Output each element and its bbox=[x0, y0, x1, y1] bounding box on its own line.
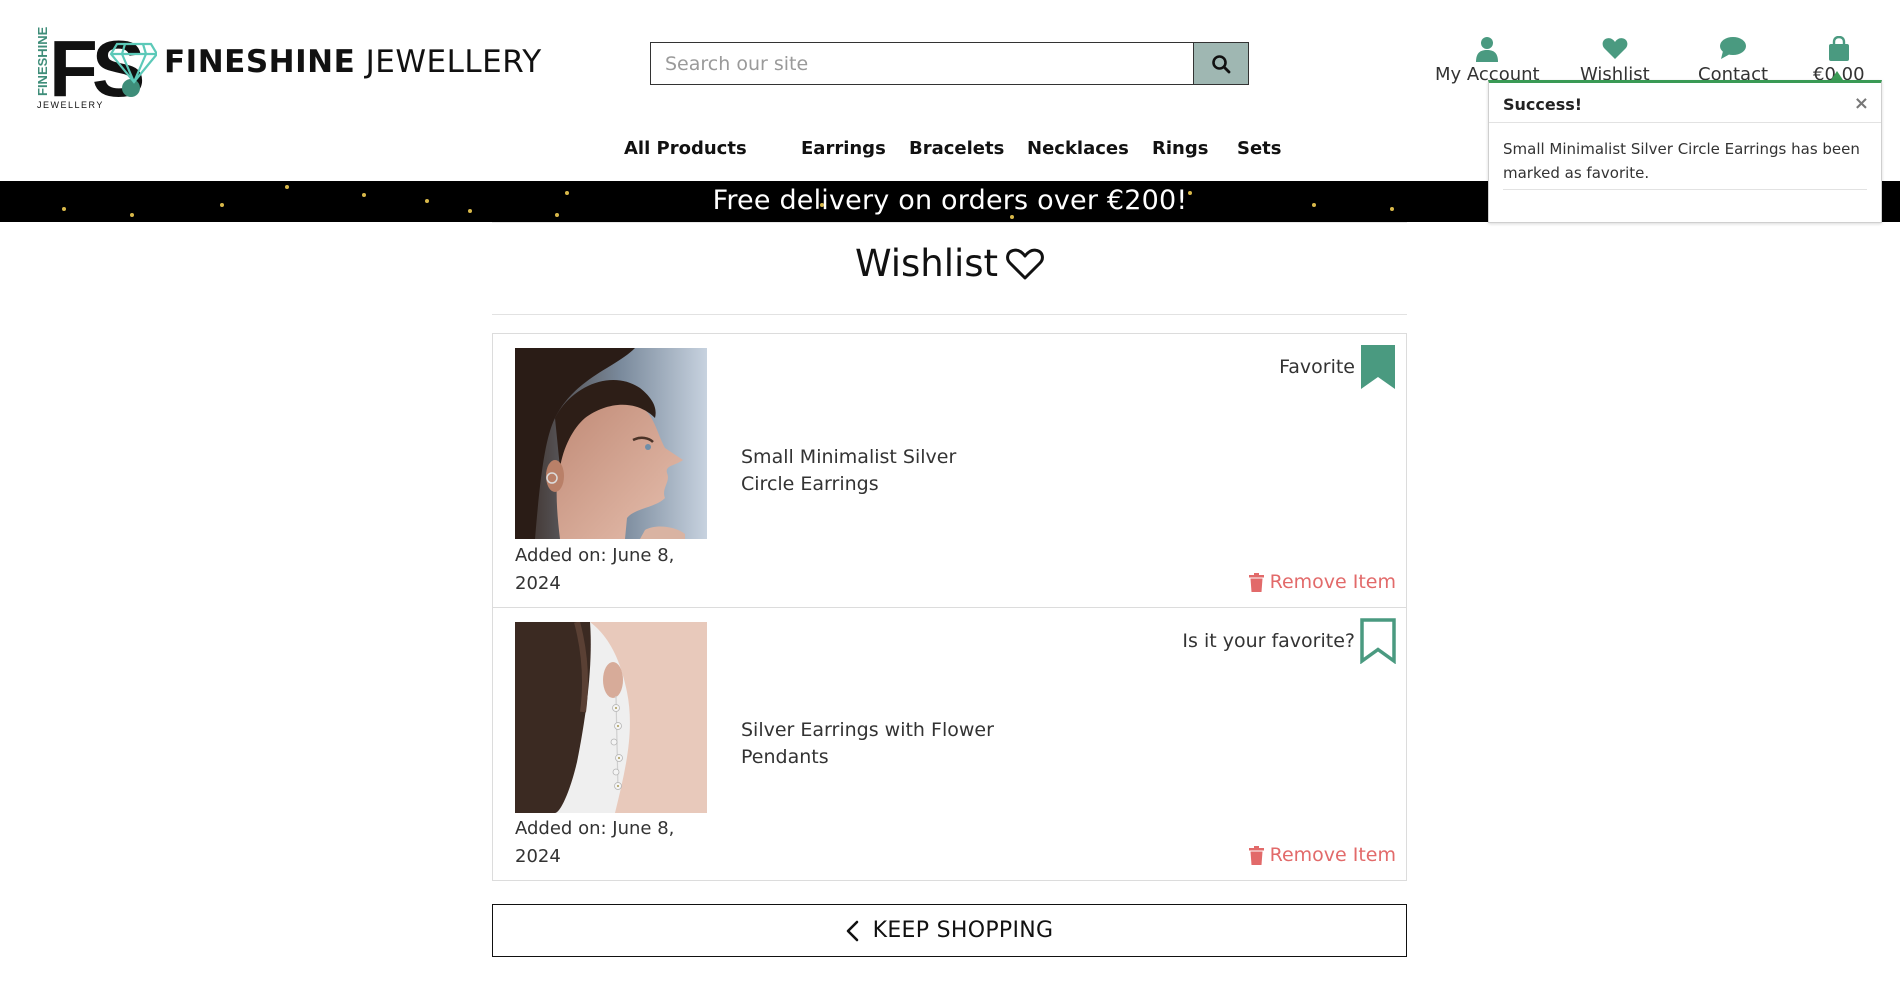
search-button[interactable] bbox=[1193, 43, 1248, 84]
product-name[interactable]: Silver Earrings with Flower Pendants bbox=[741, 717, 1011, 771]
trash-icon bbox=[1248, 572, 1264, 592]
header-actions: My Account Wishlist Contact €0.00 bbox=[1420, 36, 1890, 86]
chevron-left-icon bbox=[846, 920, 858, 941]
added-date: Added on: June 8, 2024 bbox=[515, 818, 675, 867]
page-title-text: Wishlist bbox=[854, 242, 999, 285]
content-top-divider bbox=[492, 222, 1407, 223]
nav-bracelets[interactable]: Bracelets bbox=[909, 138, 1004, 159]
toast-close-button[interactable]: × bbox=[1854, 93, 1869, 114]
keep-shopping-button[interactable]: KEEP SHOPPING bbox=[492, 904, 1407, 957]
toast-message: Small Minimalist Silver Circle Earrings … bbox=[1503, 140, 1860, 182]
trash-icon bbox=[1248, 845, 1264, 865]
chat-bubble-icon bbox=[1698, 36, 1768, 62]
nav-all-products[interactable]: All Products bbox=[624, 138, 747, 159]
nav-rings[interactable]: Rings bbox=[1152, 138, 1208, 159]
brand-name-rest: JEWELLERY bbox=[355, 44, 542, 80]
favorite-label: Favorite bbox=[1279, 356, 1355, 378]
bookmark-outline-icon bbox=[1360, 618, 1396, 664]
svg-text:FS: FS bbox=[49, 24, 143, 110]
favorite-toggle[interactable]: Is it your favorite? bbox=[1182, 618, 1396, 664]
heart-outline-icon bbox=[1006, 248, 1044, 280]
remove-item-button[interactable]: Remove Item bbox=[1248, 571, 1396, 593]
remove-item-button[interactable]: Remove Item bbox=[1248, 844, 1396, 866]
favorite-toggle[interactable]: Favorite bbox=[1279, 344, 1396, 390]
bookmark-filled-icon bbox=[1361, 345, 1395, 389]
brand-name[interactable]: FINESHINE JEWELLERY bbox=[164, 44, 542, 80]
remove-item-label: Remove Item bbox=[1269, 571, 1396, 593]
site-logo[interactable]: FINESHINE FS JEWELLERY bbox=[35, 18, 159, 113]
keep-shopping-label: KEEP SHOPPING bbox=[872, 918, 1054, 943]
product-name[interactable]: Small Minimalist Silver Circle Earrings bbox=[741, 444, 1011, 498]
svg-text:JEWELLERY: JEWELLERY bbox=[37, 100, 104, 110]
product-image[interactable] bbox=[515, 348, 707, 539]
wishlist-item: Small Minimalist Silver Circle Earrings … bbox=[493, 334, 1406, 607]
user-icon bbox=[1435, 36, 1540, 62]
search-icon bbox=[1212, 54, 1231, 73]
title-divider bbox=[492, 314, 1407, 315]
toast-title: Success! bbox=[1503, 95, 1583, 114]
favorite-label: Is it your favorite? bbox=[1182, 630, 1355, 652]
brand-name-bold: FINESHINE bbox=[164, 44, 356, 80]
nav-necklaces[interactable]: Necklaces bbox=[1027, 138, 1129, 159]
toast-header: Success! × bbox=[1489, 83, 1881, 123]
nav-sets[interactable]: Sets bbox=[1237, 138, 1282, 159]
search-form bbox=[650, 42, 1249, 85]
added-date: Added on: June 8, 2024 bbox=[515, 545, 675, 594]
nav-earrings[interactable]: Earrings bbox=[801, 138, 886, 159]
toast-pointer bbox=[1831, 71, 1843, 80]
wishlist-link[interactable]: Wishlist bbox=[1580, 36, 1650, 85]
wishlist-items: Small Minimalist Silver Circle Earrings … bbox=[492, 333, 1407, 881]
wishlist-item: Silver Earrings with Flower Pendants Add… bbox=[493, 607, 1406, 880]
remove-item-label: Remove Item bbox=[1269, 844, 1396, 866]
heart-icon bbox=[1580, 36, 1650, 62]
success-toast: Success! × Small Minimalist Silver Circl… bbox=[1488, 80, 1882, 223]
contact-link[interactable]: Contact bbox=[1698, 36, 1768, 85]
toast-divider bbox=[1503, 189, 1867, 190]
my-account-link[interactable]: My Account bbox=[1435, 36, 1540, 85]
shopping-bag-icon bbox=[1813, 36, 1865, 62]
page-title: Wishlist bbox=[492, 242, 1407, 285]
product-image[interactable] bbox=[515, 622, 707, 813]
search-input[interactable] bbox=[651, 43, 1193, 84]
